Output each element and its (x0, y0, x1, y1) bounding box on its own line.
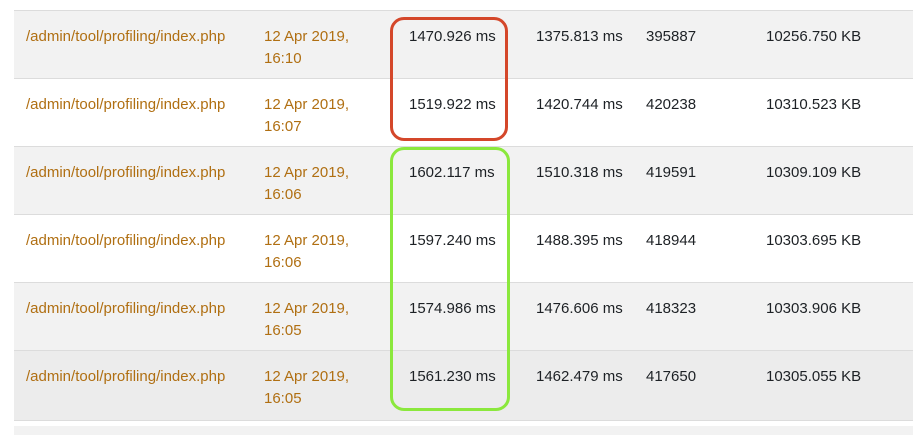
queries-cell: 419591 (646, 164, 697, 181)
run-url-link[interactable]: /admin/tool/profiling/index.php (26, 162, 258, 184)
run-time-link[interactable]: 12 Apr 2019, 16:05 (264, 298, 374, 342)
memory-cell: 10305.055 KB (766, 368, 862, 385)
run-time-link[interactable]: 12 Apr 2019, 16:05 (264, 366, 374, 410)
total-time-cell: 1574.986 ms (409, 300, 496, 317)
table-row: /admin/tool/profiling/index.php 12 Apr 2… (14, 283, 913, 351)
server-time-cell: 1375.813 ms (536, 28, 623, 45)
run-url-link[interactable]: /admin/tool/profiling/index.php (26, 298, 258, 320)
total-time-cell: 1470.926 ms (409, 28, 496, 45)
run-time-link[interactable]: 12 Apr 2019, 16:07 (264, 94, 374, 138)
memory-cell: 10310.523 KB (766, 96, 862, 113)
server-time-cell: 1476.606 ms (536, 300, 623, 317)
queries-cell: 395887 (646, 28, 697, 45)
run-url-link[interactable]: /admin/tool/profiling/index.php (26, 230, 258, 252)
table-row-partial (14, 426, 913, 435)
server-time-cell: 1420.744 ms (536, 96, 623, 113)
memory-cell: 10303.695 KB (766, 232, 862, 249)
table-row: /admin/tool/profiling/index.php 12 Apr 2… (14, 11, 913, 79)
total-time-cell: 1519.922 ms (409, 96, 496, 113)
run-time-link[interactable]: 12 Apr 2019, 16:06 (264, 230, 374, 274)
table-row: /admin/tool/profiling/index.php 12 Apr 2… (14, 351, 913, 421)
run-url-link[interactable]: /admin/tool/profiling/index.php (26, 26, 258, 48)
queries-cell: 418944 (646, 232, 697, 249)
memory-cell: 10309.109 KB (766, 164, 862, 181)
queries-cell: 417650 (646, 368, 697, 385)
server-time-cell: 1488.395 ms (536, 232, 623, 249)
total-time-cell: 1597.240 ms (409, 232, 496, 249)
profiling-runs-view: /admin/tool/profiling/index.php 12 Apr 2… (0, 0, 913, 435)
table-row: /admin/tool/profiling/index.php 12 Apr 2… (14, 79, 913, 147)
table-row: /admin/tool/profiling/index.php 12 Apr 2… (14, 215, 913, 283)
run-time-link[interactable]: 12 Apr 2019, 16:10 (264, 26, 374, 70)
memory-cell: 10256.750 KB (766, 28, 862, 45)
table-row: /admin/tool/profiling/index.php 12 Apr 2… (14, 147, 913, 215)
server-time-cell: 1510.318 ms (536, 164, 623, 181)
queries-cell: 420238 (646, 96, 697, 113)
total-time-cell: 1561.230 ms (409, 368, 496, 385)
profiling-runs-table: /admin/tool/profiling/index.php 12 Apr 2… (14, 10, 913, 421)
total-time-cell: 1602.117 ms (409, 164, 495, 181)
run-url-link[interactable]: /admin/tool/profiling/index.php (26, 366, 258, 388)
run-time-link[interactable]: 12 Apr 2019, 16:06 (264, 162, 374, 206)
memory-cell: 10303.906 KB (766, 300, 862, 317)
run-url-link[interactable]: /admin/tool/profiling/index.php (26, 94, 258, 116)
queries-cell: 418323 (646, 300, 697, 317)
server-time-cell: 1462.479 ms (536, 368, 623, 385)
